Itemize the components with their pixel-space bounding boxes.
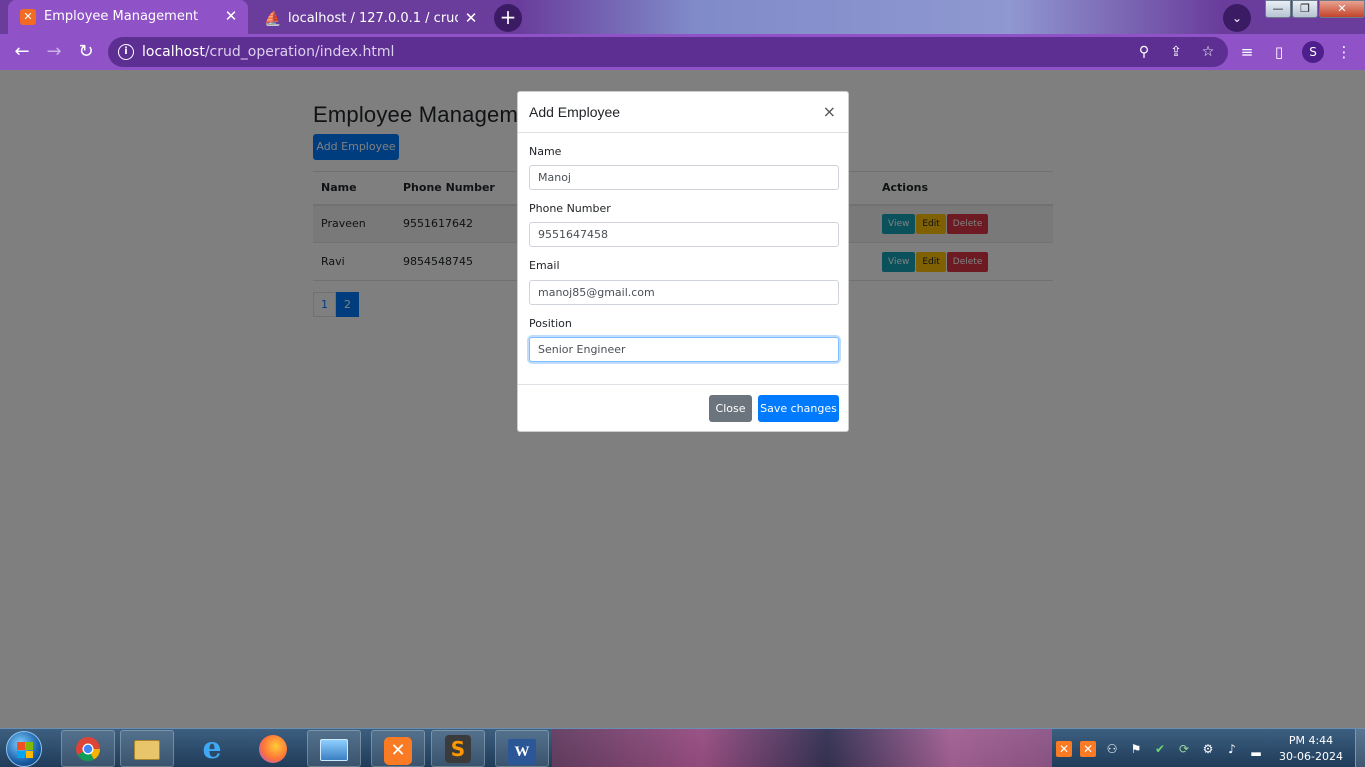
tab-search-button[interactable]: ⌄: [1223, 4, 1251, 32]
close-icon[interactable]: ×: [823, 102, 836, 121]
tab-title: Employee Management: [44, 9, 199, 24]
security-check-icon[interactable]: ✔: [1152, 741, 1168, 757]
tab-strip: ✕ Employee Management ✕ ⛵ localhost / 12…: [0, 0, 1365, 34]
internet-explorer-icon[interactable]: e: [185, 730, 239, 767]
url-host: localhost: [142, 44, 205, 60]
close-window-button[interactable]: ✕: [1319, 0, 1365, 18]
show-desktop-button[interactable]: [1355, 729, 1365, 767]
window-controls: — ❐ ✕: [1264, 0, 1365, 20]
menu-kebab-icon[interactable]: ⋮: [1334, 42, 1354, 62]
modal-header: Add Employee ×: [518, 92, 848, 133]
chrome-logo: [76, 737, 100, 762]
phone-label: Phone Number: [529, 202, 611, 215]
bookmark-star-icon[interactable]: ☆: [1199, 43, 1217, 61]
position-label: Position: [529, 317, 572, 330]
tab-phpmyadmin[interactable]: ⛵ localhost / 127.0.0.1 / crud_app / ✕: [252, 2, 488, 32]
word-icon[interactable]: W: [495, 730, 549, 767]
xampp-icon: ✕: [20, 9, 36, 25]
start-button[interactable]: [6, 731, 42, 767]
control-panel-icon[interactable]: [307, 730, 361, 767]
action-center-flag-icon[interactable]: ⚑: [1128, 741, 1144, 757]
name-label: Name: [529, 145, 562, 158]
clock-date: 30-06-2024: [1279, 750, 1343, 763]
modal-title: Add Employee: [529, 104, 621, 120]
tab-employee-management[interactable]: ✕ Employee Management ✕: [8, 0, 248, 34]
back-arrow-icon[interactable]: ←: [11, 41, 33, 63]
network-users-icon[interactable]: ⚇: [1104, 741, 1120, 757]
url-path: /crud_operation/index.html: [204, 44, 395, 60]
chrome-icon[interactable]: [61, 730, 115, 767]
clock-time: PM 4:44: [1288, 734, 1334, 747]
phpmyadmin-icon: ⛵: [264, 11, 282, 27]
windows-logo-icon: [17, 742, 33, 758]
reload-icon[interactable]: ↻: [75, 41, 97, 63]
volume-icon[interactable]: ♪: [1224, 741, 1240, 757]
sublime-text-icon[interactable]: S: [431, 730, 485, 767]
browser-toolbar: ← → ↻ i localhost/crud_operation/index.h…: [0, 34, 1365, 70]
xampp-control-tray-icon[interactable]: ✕: [1080, 741, 1096, 757]
new-tab-button[interactable]: +: [494, 4, 522, 32]
name-input[interactable]: Manoj: [529, 165, 839, 190]
modal-footer: Close Save changes: [518, 384, 848, 432]
forward-arrow-icon[interactable]: →: [43, 41, 65, 63]
xampp-tray-icon[interactable]: ✕: [1056, 741, 1072, 757]
tabstrip-background: [520, 0, 1220, 34]
device-icon[interactable]: ⚙: [1200, 741, 1216, 757]
share-icon[interactable]: ⇪: [1167, 43, 1185, 61]
zoom-icon[interactable]: ⚲: [1135, 43, 1153, 61]
site-info-icon[interactable]: i: [118, 44, 134, 60]
firefox-icon[interactable]: [246, 730, 300, 767]
close-icon[interactable]: ✕: [462, 9, 480, 27]
taskbar-background: [552, 729, 1052, 767]
email-label: Email: [529, 259, 560, 272]
file-explorer-icon[interactable]: [120, 730, 174, 767]
add-employee-modal: Add Employee × Name Manoj Phone Number 9…: [517, 91, 849, 432]
tab-title: localhost / 127.0.0.1 / crud_app /: [288, 11, 458, 26]
address-bar[interactable]: i localhost/crud_operation/index.html ⚲ …: [108, 37, 1228, 67]
system-clock[interactable]: PM 4:44 30-06-2024: [1276, 733, 1346, 765]
xampp-icon[interactable]: ✕: [371, 730, 425, 767]
position-input[interactable]: Senior Engineer: [529, 337, 839, 362]
sync-icon[interactable]: ⟳: [1176, 741, 1192, 757]
url-text[interactable]: localhost/crud_operation/index.html: [142, 44, 394, 60]
signal-strength-icon[interactable]: ▂: [1248, 741, 1264, 757]
minimize-button[interactable]: —: [1265, 0, 1291, 18]
profile-avatar[interactable]: S: [1302, 41, 1324, 63]
save-changes-button[interactable]: Save changes: [758, 395, 839, 422]
side-panel-icon[interactable]: ▯: [1269, 42, 1289, 62]
phone-input[interactable]: 9551647458: [529, 222, 839, 247]
reading-list-icon[interactable]: ≡: [1237, 42, 1257, 62]
close-button[interactable]: Close: [709, 395, 752, 422]
email-input[interactable]: manoj85@gmail.com: [529, 280, 839, 305]
close-icon[interactable]: ✕: [222, 7, 240, 25]
taskbar: e ✕ S W ✕ ✕ ⚇ ⚑ ✔ ⟳ ⚙ ♪ ▂ PM 4:44 30-06-…: [0, 728, 1365, 767]
maximize-button[interactable]: ❐: [1292, 0, 1318, 18]
